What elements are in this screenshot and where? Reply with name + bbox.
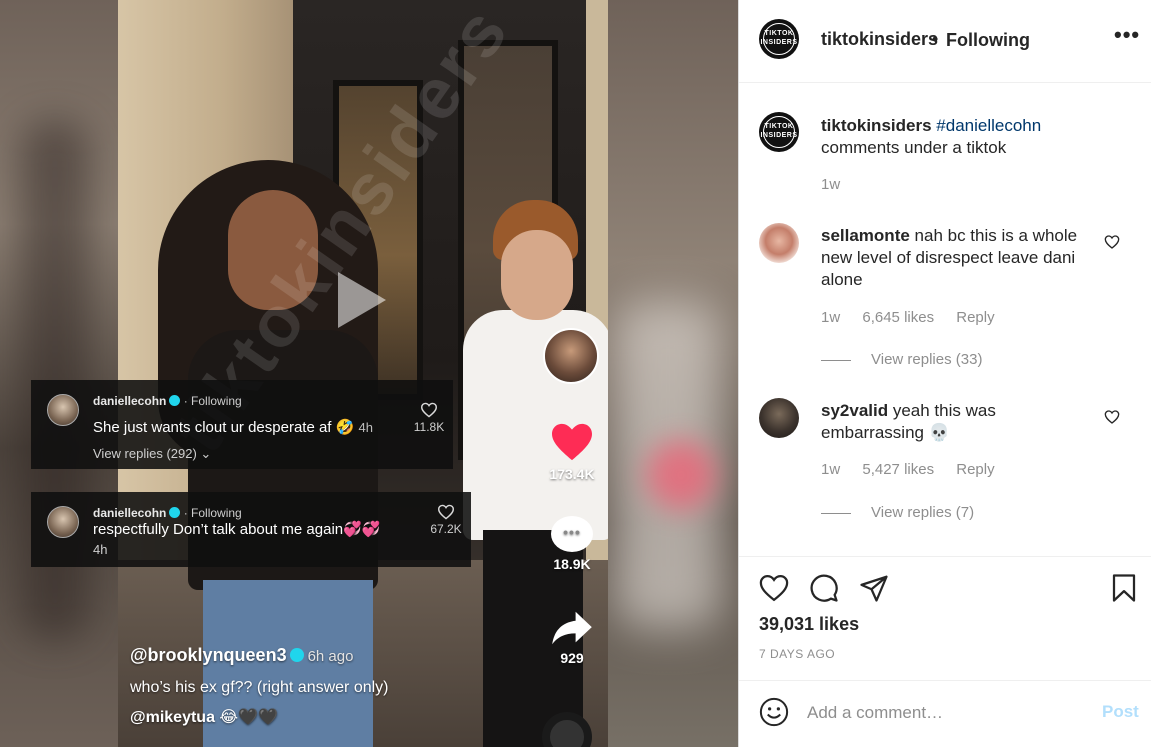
verified-badge-icon bbox=[289, 648, 304, 662]
tiktok-caption-mention: @mikeytua 😂🖤🖤 bbox=[130, 709, 278, 726]
reply-button[interactable]: Reply bbox=[956, 461, 994, 478]
overlay-username: daniellecohn bbox=[93, 394, 167, 408]
likes-count[interactable]: 39,031 likes bbox=[759, 614, 859, 635]
comment-1: sellamonte nah bc this is a whole new le… bbox=[821, 225, 1091, 291]
username-link[interactable]: tiktokinsiders bbox=[821, 29, 938, 50]
tiktok-caption-user: @brooklynqueen3 6h ago bbox=[130, 645, 354, 665]
play-icon[interactable] bbox=[338, 272, 386, 328]
view-replies-button[interactable]: View replies (7) bbox=[821, 504, 974, 521]
post-sidebar: TIKTOK INSIDERS tiktokinsiders • Followi… bbox=[738, 0, 1151, 747]
reply-button[interactable]: Reply bbox=[956, 309, 994, 326]
overlay-comment-text: She just wants clout ur desperate af 🤣 bbox=[93, 419, 355, 436]
avatar bbox=[47, 394, 79, 426]
tiktok-video[interactable]: tiktokinsiders bbox=[118, 0, 608, 747]
avatar[interactable] bbox=[759, 398, 799, 438]
comment-age: 1w bbox=[821, 461, 841, 478]
post-comment-button[interactable]: Post bbox=[1102, 702, 1139, 722]
comment-icon[interactable] bbox=[809, 573, 839, 603]
post-date: 7 DAYS AGO bbox=[759, 647, 836, 661]
verified-badge-icon bbox=[169, 507, 181, 518]
avatar[interactable] bbox=[759, 223, 799, 263]
comment-likes[interactable]: 5,427 likes bbox=[862, 461, 934, 478]
avatar[interactable]: TIKTOK INSIDERS bbox=[759, 19, 799, 59]
post-caption: tiktokinsiders #daniellecohn comments un… bbox=[821, 116, 1042, 157]
overlay-like: 11.8K bbox=[409, 402, 449, 434]
blurred-background-left bbox=[0, 0, 118, 747]
following-button[interactable]: Following bbox=[946, 30, 1030, 51]
like-heart-icon[interactable] bbox=[759, 573, 789, 603]
tiktok-share-count: 929 bbox=[537, 610, 607, 666]
view-replies-button[interactable]: View replies (33) bbox=[821, 351, 982, 368]
add-comment-bar: Post bbox=[739, 680, 1151, 747]
tiktok-creator-avatar bbox=[543, 328, 599, 384]
heart-outline-icon bbox=[437, 504, 455, 520]
avatar[interactable]: TIKTOK INSIDERS bbox=[759, 112, 799, 152]
caption-username[interactable]: tiktokinsiders bbox=[821, 116, 932, 135]
caption-hashtag[interactable]: #daniellecohn bbox=[936, 116, 1041, 135]
tiktok-like-count: 173.4K bbox=[537, 422, 607, 482]
share-arrow-icon bbox=[552, 611, 592, 645]
share-icon[interactable] bbox=[859, 573, 889, 603]
verified-badge-icon bbox=[169, 395, 181, 406]
more-options-icon[interactable]: ••• bbox=[1114, 22, 1140, 48]
comment-bubble-icon bbox=[551, 516, 593, 552]
overlay-username: daniellecohn bbox=[93, 506, 167, 520]
emoji-icon[interactable] bbox=[759, 697, 789, 727]
overlay-like: 67.2K bbox=[426, 504, 466, 536]
tiktok-comment-count: 18.9K bbox=[537, 516, 607, 572]
overlay-comment-1: daniellecohn · Following She just wants … bbox=[31, 380, 453, 469]
tiktok-caption-text: who’s his ex gf?? (right answer only) bbox=[130, 679, 389, 696]
overlay-comment-2: daniellecohn · Following respectfully Do… bbox=[31, 492, 471, 567]
overlay-comment-time: 4h bbox=[93, 542, 108, 557]
comment-2: sy2valid yeah this was embarrassing 💀 bbox=[821, 400, 1091, 444]
comment-likes[interactable]: 6,645 likes bbox=[862, 309, 934, 326]
comment-username[interactable]: sellamonte bbox=[821, 226, 910, 245]
comment-input[interactable] bbox=[807, 701, 1087, 725]
bookmark-icon[interactable] bbox=[1109, 573, 1139, 603]
blurred-background-right bbox=[608, 0, 738, 747]
heart-icon bbox=[552, 423, 592, 461]
overlay-comment-text: respectfully Don’t talk about me again💞💞 bbox=[93, 521, 381, 538]
post-media[interactable]: tiktokinsiders 173.4K 18.9K 929 danielle… bbox=[0, 0, 738, 747]
caption-age: 1w bbox=[821, 176, 841, 193]
post-actions: 39,031 likes 7 DAYS AGO bbox=[739, 556, 1151, 680]
overlay-view-replies: View replies (292) ⌄ bbox=[93, 446, 212, 461]
heart-outline-icon[interactable] bbox=[1104, 409, 1120, 425]
comments-list[interactable]: TIKTOK INSIDERS tiktokinsiders #danielle… bbox=[739, 84, 1151, 556]
avatar bbox=[47, 506, 79, 538]
post-header: TIKTOK INSIDERS tiktokinsiders • Followi… bbox=[739, 0, 1151, 83]
comment-age: 1w bbox=[821, 309, 841, 326]
heart-outline-icon[interactable] bbox=[1104, 234, 1120, 250]
heart-outline-icon bbox=[420, 402, 438, 418]
comment-username[interactable]: sy2valid bbox=[821, 401, 888, 420]
